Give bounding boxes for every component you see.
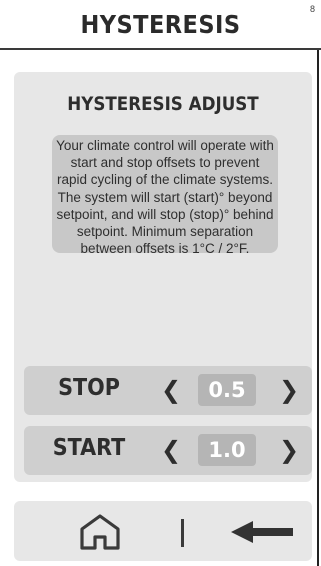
description-text: Your climate control will operate with s… <box>52 135 278 256</box>
home-icon <box>80 514 120 550</box>
back-arrow-icon <box>231 521 293 543</box>
right-edge-divider <box>317 50 319 566</box>
bottom-nav-bar <box>14 501 312 561</box>
title-divider <box>0 48 321 50</box>
stop-label: STOP <box>58 375 120 401</box>
start-decrease-button[interactable]: ❮ <box>158 433 184 467</box>
home-button[interactable] <box>78 512 122 552</box>
chevron-right-icon: ❯ <box>278 376 300 404</box>
chevron-left-icon: ❮ <box>160 436 182 464</box>
hysteresis-panel <box>14 72 312 482</box>
panel-title: HYSTERESIS ADJUST <box>67 93 259 115</box>
start-control: START ❮ 1.0 ❯ <box>24 426 312 475</box>
stop-control: STOP ❮ 0.5 ❯ <box>24 366 312 415</box>
corner-mark: 8 <box>310 4 316 14</box>
nav-divider <box>181 519 184 547</box>
stop-increase-button[interactable]: ❯ <box>276 373 302 407</box>
stop-value: 0.5 <box>198 374 256 406</box>
chevron-left-icon: ❮ <box>160 376 182 404</box>
start-value: 1.0 <box>198 434 256 466</box>
back-button[interactable] <box>229 517 295 547</box>
stop-decrease-button[interactable]: ❮ <box>158 373 184 407</box>
chevron-right-icon: ❯ <box>278 436 300 464</box>
start-increase-button[interactable]: ❯ <box>276 433 302 467</box>
start-label: START <box>52 435 126 461</box>
page-title: HYSTERESIS <box>80 10 241 39</box>
